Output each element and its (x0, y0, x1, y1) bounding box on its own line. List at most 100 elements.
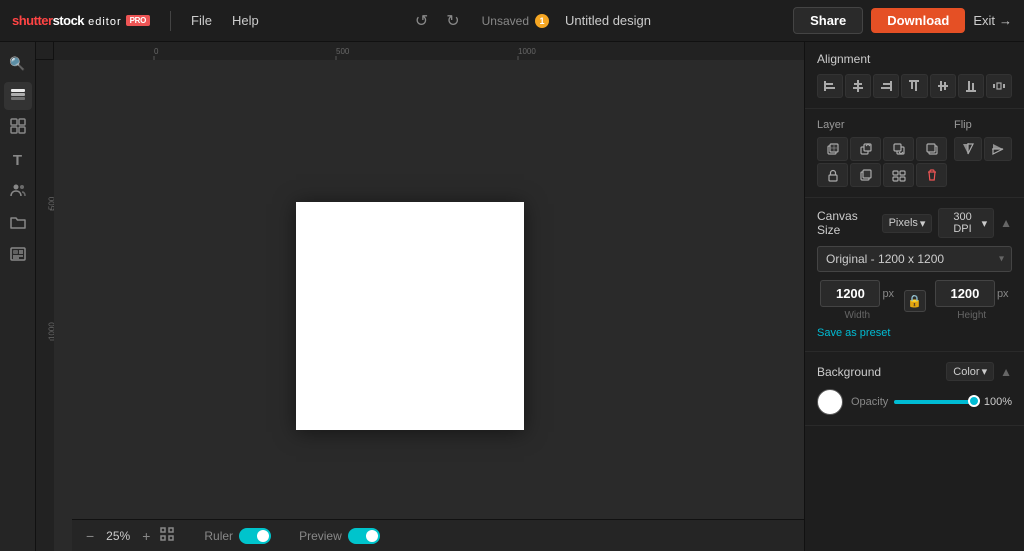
media-icon (10, 246, 26, 267)
exit-button[interactable]: Exit → (973, 13, 1012, 28)
zoom-in-button[interactable]: + (140, 526, 152, 546)
undo-button[interactable]: ↺ (409, 9, 434, 33)
zoom-fit-button[interactable] (158, 525, 176, 546)
share-button[interactable]: Share (793, 7, 863, 34)
distribute-button[interactable] (986, 74, 1012, 98)
send-back-button[interactable] (916, 137, 947, 161)
height-input[interactable] (935, 280, 995, 307)
design-title[interactable]: Untitled design (565, 13, 651, 28)
layer-title: Layer (817, 119, 947, 131)
main-area: 🔍 T (0, 42, 1024, 551)
save-preset-button[interactable]: Save as preset (817, 325, 890, 341)
align-left-button[interactable] (817, 74, 843, 98)
topbar-nav: File Help (183, 9, 267, 32)
ruler-toggle[interactable] (239, 528, 271, 544)
dpi-select-button[interactable]: 300 DPI ▾ (938, 208, 994, 238)
align-right-button[interactable] (873, 74, 899, 98)
opacity-row: Opacity 100% (851, 396, 1012, 408)
unit-select-button[interactable]: Pixels ▾ (882, 214, 933, 233)
background-collapse-button[interactable]: ▲ (1000, 365, 1012, 379)
download-button[interactable]: Download (871, 8, 965, 33)
bring-front-button[interactable] (817, 137, 848, 161)
preview-label: Preview (299, 529, 342, 543)
canvas-size-title: Canvas Size (817, 209, 882, 237)
people-icon (10, 182, 26, 203)
svg-text:0: 0 (154, 47, 159, 56)
bottombar: − 25% + Ruler Preview (72, 519, 804, 551)
canvas-white[interactable] (296, 202, 524, 430)
width-unit: px (882, 288, 894, 300)
grid-icon (10, 118, 26, 139)
preview-toggle[interactable] (348, 528, 380, 544)
send-backward-button[interactable] (883, 137, 914, 161)
sidebar-media-button[interactable] (4, 242, 32, 270)
svg-text:500: 500 (336, 47, 350, 56)
canvas-size-controls: Pixels ▾ 300 DPI ▾ ▲ (882, 208, 1012, 238)
sidebar-people-button[interactable] (4, 178, 32, 206)
dimensions-row: px Width 🔒 px Height (817, 280, 1012, 321)
ruler-toggle-group: Ruler (204, 528, 271, 544)
unsaved-label: Unsaved (482, 14, 529, 28)
topbar-actions: Share Download Exit → (793, 7, 1012, 34)
help-menu-button[interactable]: Help (224, 9, 267, 32)
background-color-swatch[interactable] (817, 389, 843, 415)
canvas-size-section: Canvas Size Pixels ▾ 300 DPI ▾ ▲ Origina… (805, 198, 1024, 352)
preset-select-wrap: Original - 1200 x 1200 ▾ (817, 246, 1012, 272)
delete-button[interactable] (916, 163, 947, 187)
sidebar-folder-button[interactable] (4, 210, 32, 238)
width-input[interactable] (820, 280, 880, 307)
topbar: shutterstock editor PRO File Help ↺ ↻ Un… (0, 0, 1024, 42)
opacity-slider[interactable] (894, 399, 978, 405)
file-menu-button[interactable]: File (183, 9, 220, 32)
zoom-out-button[interactable]: − (84, 526, 96, 546)
unsaved-count: 1 (535, 14, 549, 28)
sidebar-search-button[interactable]: 🔍 (4, 50, 32, 78)
layer-flip-row: Layer (817, 119, 1012, 187)
layer-group: Layer (817, 119, 947, 187)
align-top-button[interactable] (901, 74, 927, 98)
flip-group: Flip (954, 119, 1012, 161)
align-bottom-button[interactable] (958, 74, 984, 98)
svg-text:1000: 1000 (48, 322, 55, 340)
preset-select[interactable]: Original - 1200 x 1200 (817, 246, 1012, 272)
history-controls: ↺ ↻ (409, 9, 466, 33)
sidebar-grid-button[interactable] (4, 114, 32, 142)
alignment-grid (817, 74, 1012, 98)
flip-vertical-button[interactable] (984, 137, 1012, 161)
logo-text: shutterstock editor (12, 13, 122, 28)
sidebar-text-button[interactable]: T (4, 146, 32, 174)
flip-title: Flip (954, 119, 1012, 131)
align-center-v-button[interactable] (930, 74, 956, 98)
height-label: Height (957, 310, 986, 321)
ruler-label: Ruler (204, 529, 233, 543)
redo-button[interactable]: ↻ (440, 9, 465, 33)
ruler-vertical: 500 1000 (36, 60, 54, 551)
duplicate-button[interactable] (850, 163, 881, 187)
unsaved-indicator: Unsaved 1 (482, 14, 549, 28)
layer-buttons (817, 137, 947, 187)
search-icon: 🔍 (9, 56, 25, 72)
ruler-horizontal: 0 500 1000 (54, 42, 804, 60)
width-label: Width (844, 310, 870, 321)
dimension-lock-button[interactable]: 🔒 (904, 290, 926, 312)
background-type-button[interactable]: Color ▾ (946, 362, 994, 381)
flip-buttons (954, 137, 1012, 161)
zoom-level[interactable]: 25% (102, 529, 134, 543)
opacity-label: Opacity (851, 396, 888, 408)
svg-text:500: 500 (48, 196, 55, 210)
background-color-row: Opacity 100% (817, 389, 1012, 415)
canvas-area[interactable]: 0 500 1000 500 1000 − 25% + (36, 42, 804, 551)
ruler-h-svg: 0 500 1000 (54, 42, 804, 60)
canvas-size-collapse-button[interactable]: ▲ (1000, 216, 1012, 230)
ruler-v-svg: 500 1000 (36, 60, 54, 551)
align-center-h-button[interactable] (845, 74, 871, 98)
alignment-header: Alignment (817, 52, 1012, 66)
sidebar-layers-button[interactable] (4, 82, 32, 110)
layers-icon (10, 86, 26, 107)
bring-forward-button[interactable] (850, 137, 881, 161)
group-button[interactable] (883, 163, 914, 187)
flip-horizontal-button[interactable] (954, 137, 982, 161)
lock-button[interactable] (817, 163, 848, 187)
right-panel: Alignment (804, 42, 1024, 551)
logo: shutterstock editor PRO (12, 13, 150, 28)
